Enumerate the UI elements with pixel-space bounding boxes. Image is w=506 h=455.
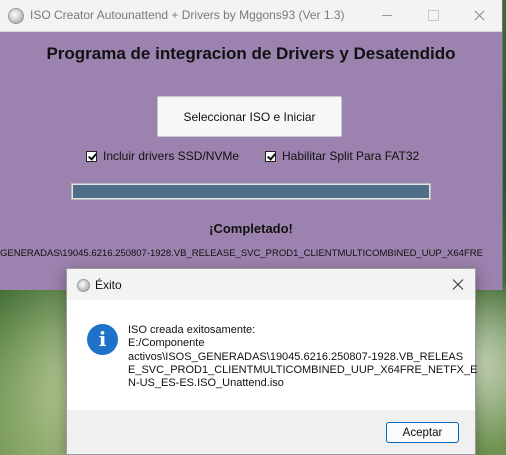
main-window: ISO Creator Autounattend + Drivers by Mg… bbox=[0, 0, 503, 290]
window-title: ISO Creator Autounattend + Drivers by Mg… bbox=[30, 8, 345, 22]
checkbox-checked-icon[interactable] bbox=[265, 150, 276, 162]
dialog-title: Éxito bbox=[95, 278, 122, 292]
message-line: ISO creada exitosamente: bbox=[128, 324, 256, 336]
message-line: N-US_ES-ES.ISO_Unattend.iso bbox=[128, 377, 284, 390]
dialog-message: ISO creada exitosamente: E:/Componente a… bbox=[128, 324, 478, 390]
dialog-close-icon[interactable] bbox=[451, 277, 465, 291]
progress-fill bbox=[73, 185, 429, 198]
message-line: activos\ISOS_GENERADAS\19045.6216.250807… bbox=[128, 350, 464, 363]
minimize-button[interactable] bbox=[364, 0, 410, 31]
output-path-text: GENERADAS\19045.6216.250807-1928.VB_RELE… bbox=[0, 248, 483, 259]
progress-bar bbox=[71, 183, 431, 200]
message-line: E:/Componente bbox=[128, 337, 205, 350]
dialog-title-bar: Éxito bbox=[67, 269, 475, 300]
accept-button[interactable]: Aceptar bbox=[386, 422, 459, 443]
split-fat32-checkbox[interactable]: Habilitar Split Para FAT32 bbox=[265, 149, 419, 163]
split-fat32-label: Habilitar Split Para FAT32 bbox=[282, 149, 420, 163]
info-icon: i bbox=[87, 324, 118, 355]
close-button[interactable] bbox=[456, 0, 502, 31]
ssd-drivers-checkbox[interactable]: Incluir drivers SSD/NVMe bbox=[86, 149, 239, 163]
maximize-button[interactable] bbox=[410, 0, 456, 31]
message-line: E_SVC_PROD1_CLIENTMULTICOMBINED_UUP_X64F… bbox=[128, 363, 478, 376]
dialog-footer: Aceptar bbox=[67, 410, 475, 454]
app-icon bbox=[8, 8, 24, 24]
status-text: ¡Completado! bbox=[209, 221, 293, 236]
ssd-drivers-label: Incluir drivers SSD/NVMe bbox=[103, 149, 240, 163]
app-icon bbox=[77, 279, 90, 292]
checkbox-checked-icon[interactable] bbox=[86, 150, 97, 162]
page-title: Programa de integracion de Drivers y Des… bbox=[46, 44, 456, 63]
success-dialog: Éxito i ISO creada exitosamente: E:/Comp… bbox=[66, 268, 478, 455]
title-bar: ISO Creator Autounattend + Drivers by Mg… bbox=[0, 0, 502, 32]
select-iso-button[interactable]: Seleccionar ISO e Iniciar bbox=[157, 96, 342, 137]
